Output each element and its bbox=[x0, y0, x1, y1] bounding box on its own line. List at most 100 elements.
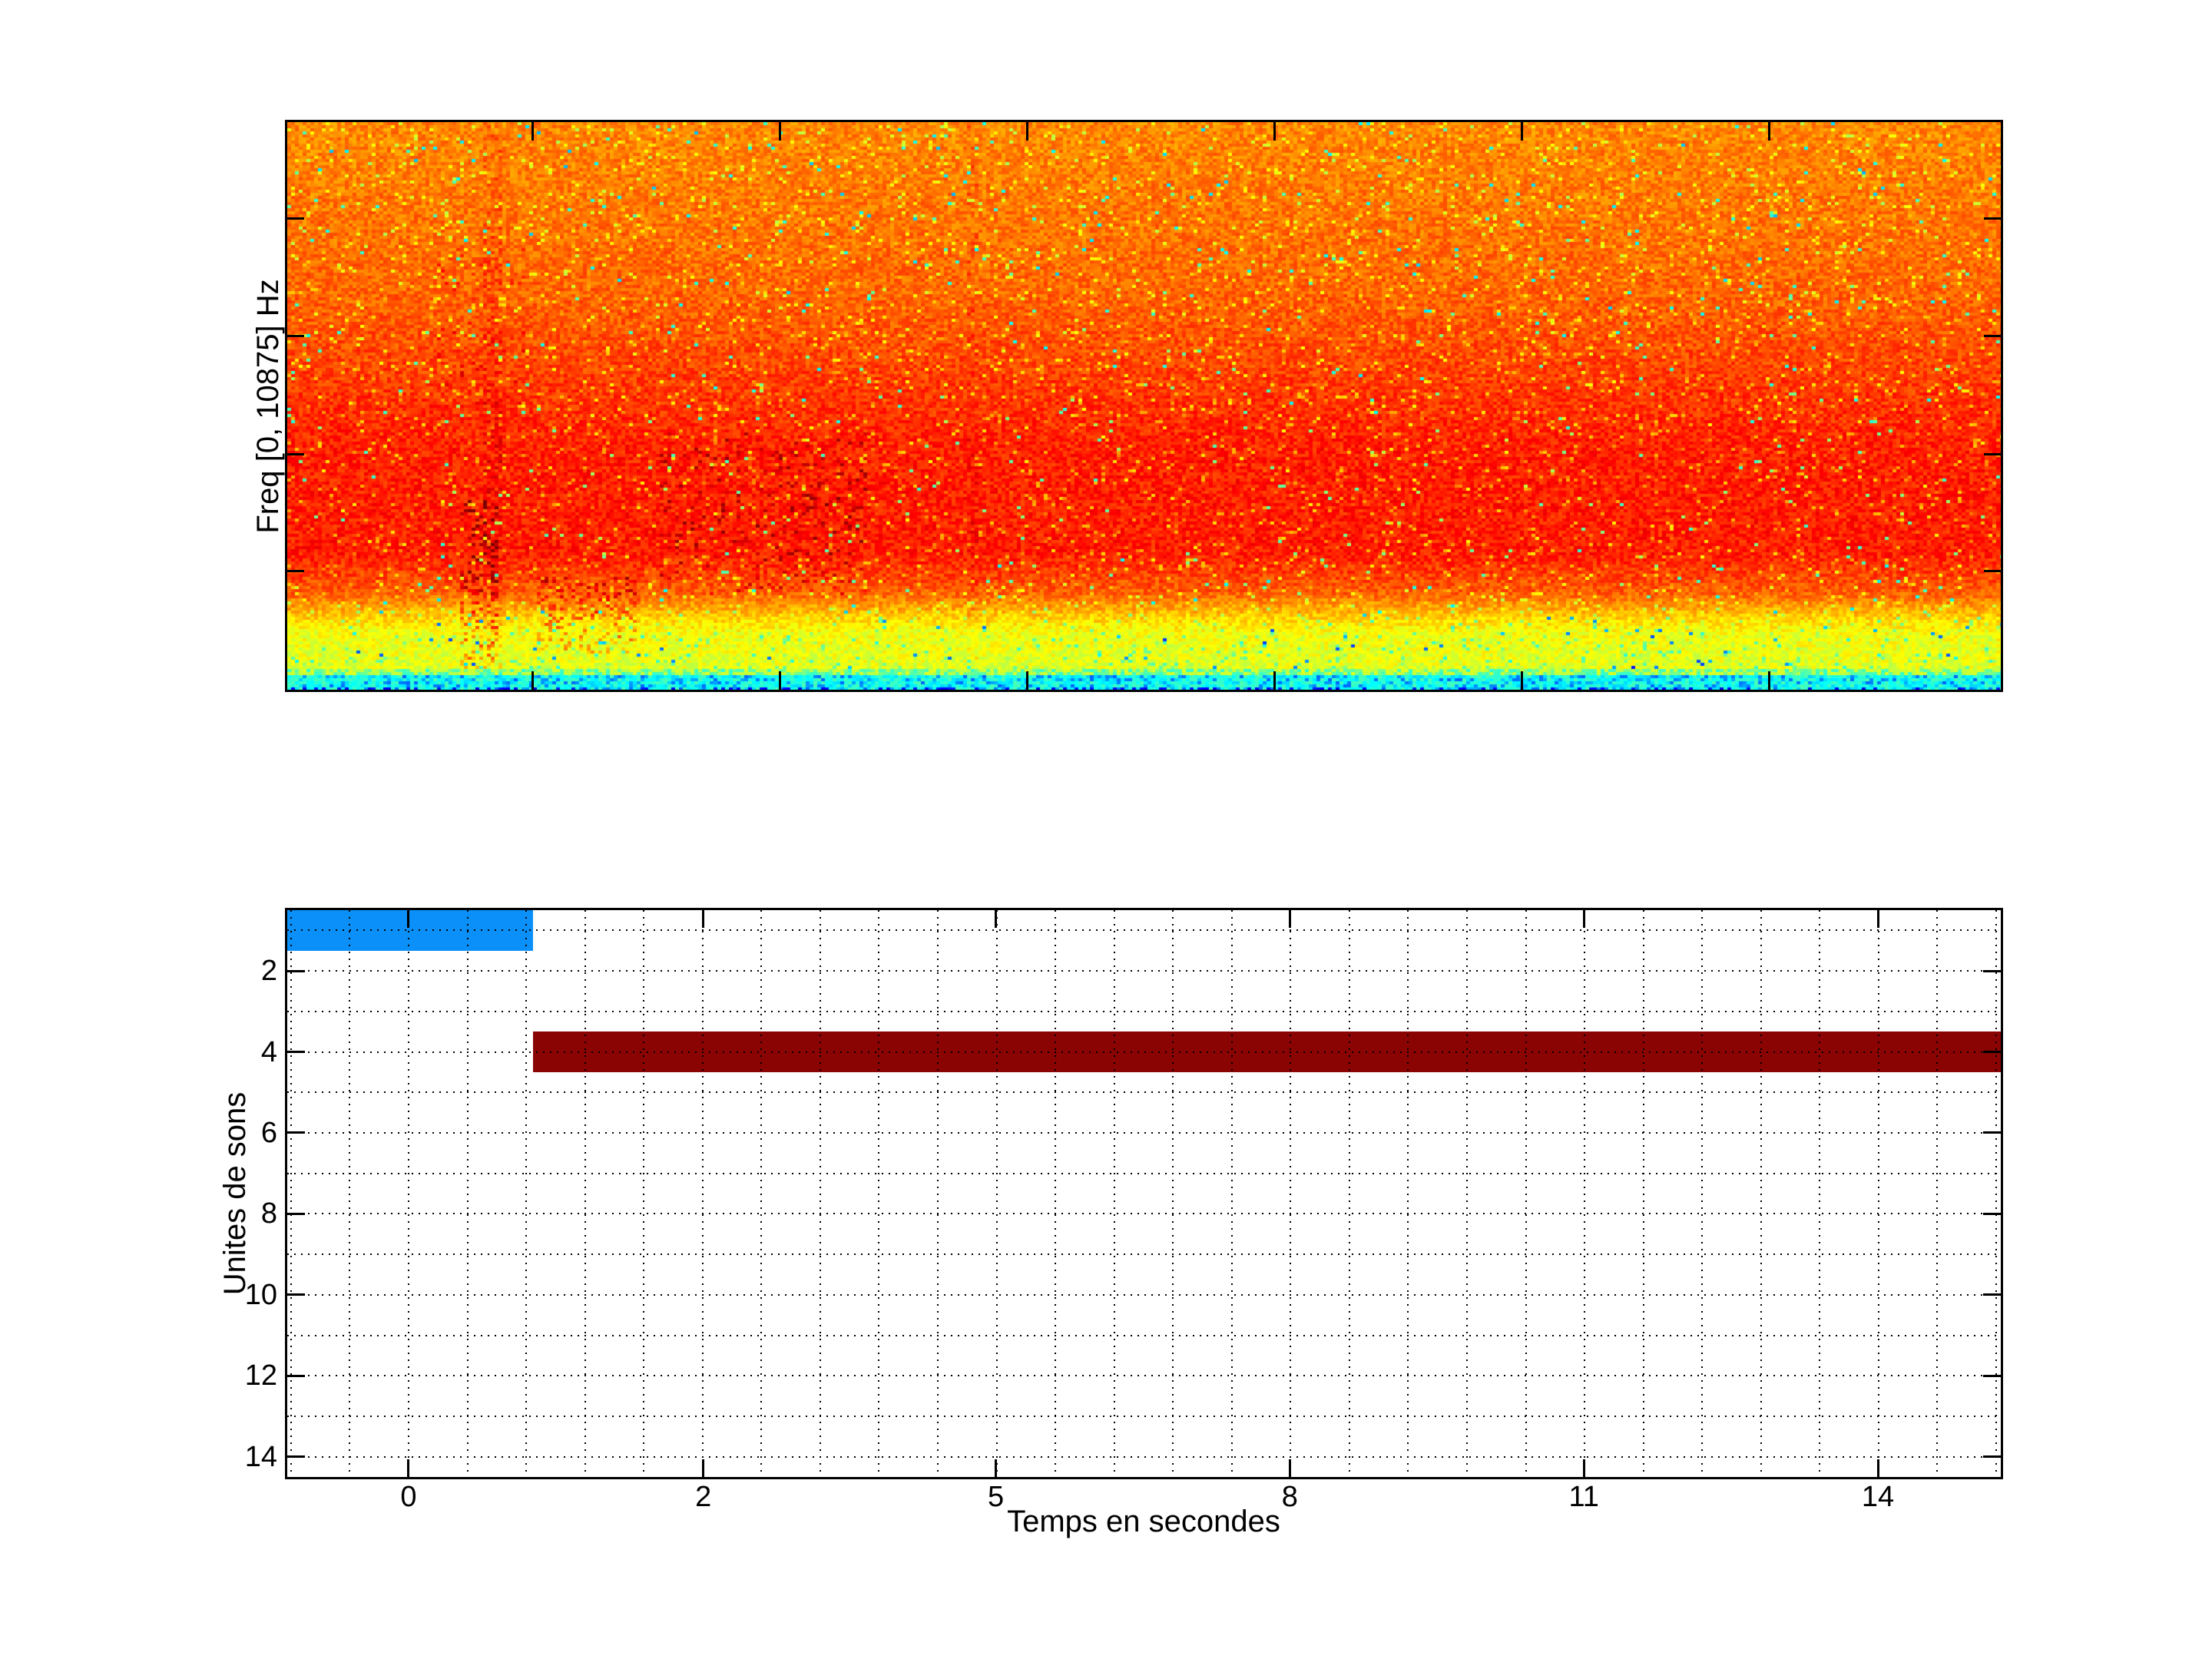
y-axis-tick bbox=[1983, 1212, 2001, 1215]
grid-line-v bbox=[1407, 910, 1409, 1477]
grid-line-h bbox=[287, 1010, 2001, 1012]
grid-line-v bbox=[643, 910, 645, 1477]
grid-line-v bbox=[1760, 910, 1762, 1477]
spectrogram-x-tick bbox=[1520, 122, 1523, 141]
y-axis-tick bbox=[1983, 1131, 2001, 1134]
grid-line-v bbox=[819, 910, 821, 1477]
spectrogram-x-tick bbox=[1026, 671, 1029, 690]
grid-line-h bbox=[287, 1293, 2001, 1296]
x-axis-tick bbox=[1582, 910, 1585, 928]
grid-line-v bbox=[349, 910, 351, 1477]
spectrogram-x-tick bbox=[531, 122, 535, 141]
spectrogram-x-tick bbox=[1273, 671, 1276, 690]
spectrogram-x-tick bbox=[1026, 122, 1029, 141]
y-tick-label: 14 bbox=[244, 1440, 277, 1473]
grid-line-h bbox=[287, 1051, 2001, 1053]
y-axis-tick bbox=[287, 1374, 305, 1377]
y-axis-tick bbox=[1983, 969, 2001, 972]
x-axis-tick bbox=[407, 1459, 410, 1477]
grid-line-v bbox=[525, 910, 528, 1477]
spectrogram-x-tick bbox=[1767, 122, 1770, 141]
x-axis-tick bbox=[1876, 910, 1879, 928]
timeline-axes bbox=[285, 908, 2003, 1479]
spectrogram-y-tick bbox=[287, 570, 304, 573]
y-axis-tick bbox=[287, 1293, 305, 1296]
grid-line-v bbox=[1172, 910, 1174, 1477]
spectrogram-y-tick bbox=[1984, 570, 2001, 573]
grid-line-v bbox=[1819, 910, 1821, 1477]
grid-line-v bbox=[584, 910, 586, 1477]
grid-line-v bbox=[701, 910, 704, 1477]
x-axis-tick bbox=[407, 910, 410, 928]
spectrogram-image bbox=[287, 122, 2001, 690]
x-tick-label: 11 bbox=[1568, 1481, 1599, 1513]
grid-line-v bbox=[1642, 910, 1644, 1477]
y-axis-tick bbox=[287, 969, 305, 972]
grid-line-h bbox=[287, 1334, 2001, 1336]
y-axis-tick bbox=[287, 1051, 305, 1053]
grid-line-v bbox=[1525, 910, 1527, 1477]
grid-line-h bbox=[287, 1091, 2001, 1094]
spectrogram-y-tick bbox=[287, 452, 304, 455]
timeline-xlabel: Temps en secondes bbox=[1007, 1505, 1280, 1538]
x-tick-label: 2 bbox=[695, 1481, 712, 1513]
x-axis-tick bbox=[1288, 1459, 1291, 1477]
y-axis-tick bbox=[1983, 1455, 2001, 1459]
grid-line-v bbox=[1465, 910, 1468, 1477]
grid-line-v bbox=[1290, 910, 1292, 1477]
x-axis-tick bbox=[1876, 1459, 1879, 1477]
spectrogram-x-tick bbox=[779, 671, 782, 690]
spectrogram-y-tick bbox=[287, 217, 304, 220]
spectrogram-y-tick bbox=[287, 335, 304, 338]
spectrogram-y-tick bbox=[1984, 452, 2001, 455]
grid-line-v bbox=[760, 910, 763, 1477]
spectrogram-y-tick bbox=[1984, 217, 2001, 220]
spectrogram-x-tick bbox=[779, 122, 782, 141]
grid-line-v bbox=[466, 910, 469, 1477]
y-axis-tick bbox=[287, 1131, 305, 1134]
spectrogram-x-tick bbox=[1520, 671, 1523, 690]
grid-line-v bbox=[407, 910, 409, 1477]
x-axis-tick bbox=[995, 910, 998, 928]
spectrogram-x-tick bbox=[531, 671, 535, 690]
grid-line-h bbox=[287, 970, 2001, 972]
grid-line-v bbox=[1995, 910, 1997, 1477]
grid-line-v bbox=[290, 910, 292, 1477]
grid-line-h bbox=[287, 1253, 2001, 1256]
timeline-ylabel: Unites de sons bbox=[218, 1091, 252, 1296]
x-axis-tick bbox=[1582, 1459, 1585, 1477]
grid-line-v bbox=[1230, 910, 1233, 1477]
y-axis-tick bbox=[287, 1455, 305, 1459]
x-tick-label: 0 bbox=[400, 1481, 417, 1513]
x-axis-tick bbox=[702, 1459, 705, 1477]
grid-line-h bbox=[287, 1213, 2001, 1215]
grid-line-h bbox=[287, 929, 2001, 932]
grid-line-v bbox=[878, 910, 880, 1477]
grid-line-v bbox=[1701, 910, 1704, 1477]
grid-line-h bbox=[287, 1131, 2001, 1134]
y-axis-tick bbox=[1983, 1293, 2001, 1296]
grid-line-v bbox=[1348, 910, 1350, 1477]
x-axis-tick bbox=[995, 1459, 998, 1477]
spectrogram-ylabel: Freq [0, 10875] Hz bbox=[251, 279, 285, 534]
grid-line-v bbox=[1584, 910, 1586, 1477]
spectrogram-x-tick bbox=[1767, 671, 1770, 690]
x-tick-label: 14 bbox=[1861, 1481, 1895, 1513]
spectrogram-axes bbox=[285, 120, 2003, 692]
y-axis-tick bbox=[1983, 1051, 2001, 1053]
x-axis-tick bbox=[1288, 910, 1291, 928]
grid-line-v bbox=[1055, 910, 1057, 1477]
grid-line-h bbox=[287, 1172, 2001, 1174]
spectrogram-x-tick bbox=[1273, 122, 1276, 141]
grid-line-v bbox=[1936, 910, 1939, 1477]
grid-line-v bbox=[995, 910, 998, 1477]
spectrogram-y-tick bbox=[1984, 335, 2001, 338]
grid-line-v bbox=[936, 910, 939, 1477]
grid-line-h bbox=[287, 1375, 2001, 1377]
grid-line-v bbox=[1877, 910, 1879, 1477]
grid-line-h bbox=[287, 1415, 2001, 1417]
grid-line-v bbox=[1113, 910, 1115, 1477]
x-axis-tick bbox=[702, 910, 705, 928]
y-axis-tick bbox=[287, 1212, 305, 1215]
y-axis-tick bbox=[1983, 1374, 2001, 1377]
